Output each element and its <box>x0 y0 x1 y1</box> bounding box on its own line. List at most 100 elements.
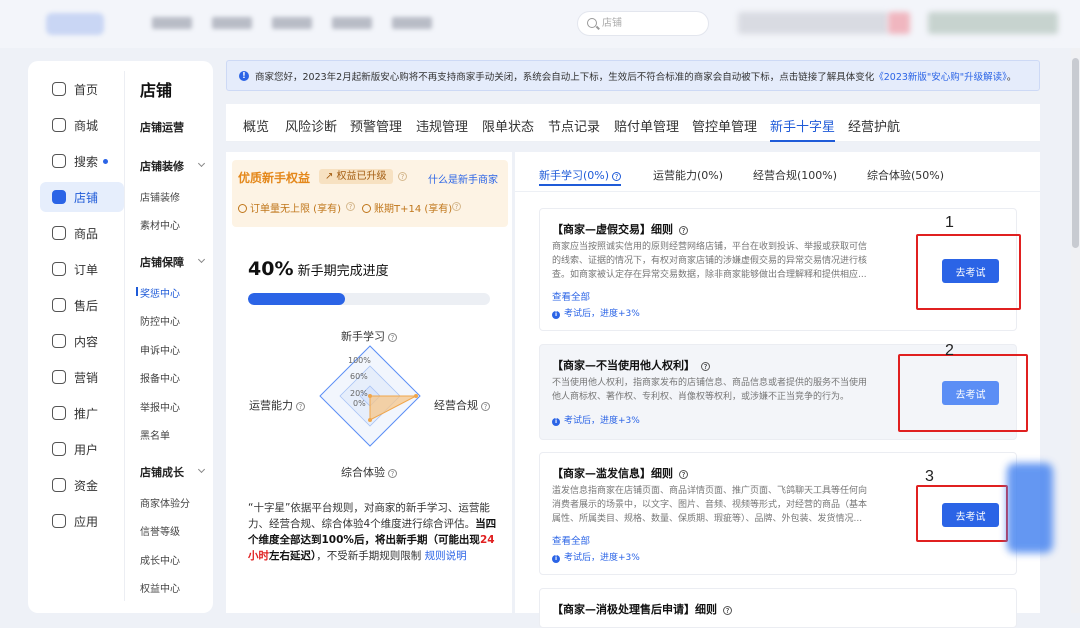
subtab-operation[interactable]: 运营能力(0%) <box>653 167 723 183</box>
annotation-number: 1 <box>945 214 954 231</box>
benefit-badge: ↗ 权益已升级 <box>319 169 393 184</box>
content-icon <box>52 334 66 348</box>
apps-icon <box>52 514 66 528</box>
exam-title: 【商家—不当使用他人权利】? <box>552 357 710 373</box>
search-input[interactable]: 店铺 <box>577 11 709 36</box>
sub-experience-score[interactable]: 商家体验分 <box>140 495 190 510</box>
help-icon[interactable]: ? <box>398 172 407 181</box>
tab-newbie-star[interactable]: 新手十字星 <box>770 116 836 142</box>
tab-violation[interactable]: 违规管理 <box>416 116 468 135</box>
subtab-learning[interactable]: 新手学习(0%)? <box>539 167 622 186</box>
star-description: “十字星”依据平台规则，对商家的新手学习、运营能力、经营合规、综合体验4个维度进… <box>248 502 497 562</box>
tab-order-limit[interactable]: 限单状态 <box>482 116 534 135</box>
side-nav: 首页 商城 搜索 店铺 商品 订单 售后 内容 营销 推广 用户 资金 应用 店… <box>28 61 213 613</box>
sub-benefit-center[interactable]: 权益中心 <box>140 580 180 595</box>
subtab-experience[interactable]: 综合体验(50%) <box>867 167 944 183</box>
nav-item-goods[interactable]: 商品 <box>40 218 124 248</box>
help-icon[interactable]: ? <box>388 469 397 478</box>
sub-tipoff-center[interactable]: 举报中心 <box>140 399 180 414</box>
radar-tick: 0% <box>353 399 366 408</box>
nav-item-marketing[interactable]: 营销 <box>40 362 124 392</box>
check-circle-icon <box>238 204 247 213</box>
exam-hint: i 考试后，进度+3% <box>552 413 640 426</box>
account-info[interactable] <box>738 12 888 34</box>
info-icon: i <box>552 311 560 319</box>
nav-item-search[interactable]: 搜索 <box>40 146 124 176</box>
top-nav-item[interactable] <box>212 17 252 29</box>
scrollbar-thumb[interactable] <box>1072 58 1079 248</box>
view-all-link[interactable]: 查看全部 <box>552 533 590 547</box>
help-icon[interactable]: ? <box>701 362 710 371</box>
tab-overview[interactable]: 概览 <box>243 116 269 135</box>
nav-item-user[interactable]: 用户 <box>40 434 124 464</box>
exam-title: 【商家—滥发信息】细则? <box>552 465 688 481</box>
nav-item-store[interactable]: 店铺 <box>40 182 124 212</box>
nav-item-home[interactable]: 首页 <box>40 74 124 104</box>
tab-compensation[interactable]: 赔付单管理 <box>614 116 679 135</box>
notice-link[interactable]: 《2023新版"安心购"升级解读》 <box>874 72 1007 83</box>
page-scrollbar[interactable] <box>1071 48 1080 613</box>
sub-growth-center[interactable]: 成长中心 <box>140 552 180 567</box>
tab-node-records[interactable]: 节点记录 <box>548 116 600 135</box>
store-icon <box>52 190 66 204</box>
promotion-icon <box>52 406 66 420</box>
sub-control-center[interactable]: 防控中心 <box>140 313 180 328</box>
sub-blacklist[interactable]: 黑名单 <box>140 427 170 442</box>
view-all-link[interactable]: 查看全部 <box>552 289 590 303</box>
benefit-panel: 优质新手权益 ↗ 权益已升级 ? 什么是新手商家 订单量无上限 (享有) ? 账… <box>232 160 508 227</box>
notice-text: 商家您好，2023年2月起新版安心购将不再支持商家手动关闭，系统会自动上下标，生… <box>255 71 1017 83</box>
order-icon <box>52 262 66 276</box>
radar-point <box>414 394 418 398</box>
user-profile[interactable] <box>928 12 1058 34</box>
group-store-decor[interactable]: 店铺装修 <box>140 158 208 174</box>
help-icon[interactable]: ? <box>679 470 688 479</box>
progress-heading: 40% 新手期完成进度 <box>248 258 389 280</box>
nav-item-promotion[interactable]: 推广 <box>40 398 124 428</box>
sub-credit-level[interactable]: 信誉等级 <box>140 523 180 538</box>
exam-hint: i 考试后，进度+3% <box>552 550 640 563</box>
subtab-compliance[interactable]: 经营合规(100%) <box>753 167 837 183</box>
group-store-growth[interactable]: 店铺成长 <box>140 464 208 480</box>
help-icon[interactable]: ? <box>612 172 622 181</box>
top-nav-item[interactable] <box>152 17 192 29</box>
top-nav-item[interactable] <box>392 17 432 29</box>
top-nav-item[interactable] <box>272 17 312 29</box>
help-icon[interactable]: ? <box>481 402 490 411</box>
help-icon[interactable]: ? <box>388 333 397 342</box>
mall-icon <box>52 118 66 132</box>
group-store-guard[interactable]: 店铺保障 <box>140 254 208 270</box>
help-icon[interactable]: ? <box>679 226 688 235</box>
nav-item-aftersale[interactable]: 售后 <box>40 290 124 320</box>
sub-store-decor[interactable]: 店铺装修 <box>140 189 180 204</box>
tab-control-orders[interactable]: 管控单管理 <box>692 116 757 135</box>
sub-report-center[interactable]: 报备中心 <box>140 370 180 385</box>
help-icon[interactable]: ? <box>296 402 305 411</box>
nav-item-mall[interactable]: 商城 <box>40 110 124 140</box>
sub-material-center[interactable]: 素材中心 <box>140 217 180 232</box>
new-dot <box>103 158 109 164</box>
group-store-ops[interactable]: 店铺运营 <box>140 119 208 135</box>
floating-assistant[interactable] <box>1007 463 1053 553</box>
radar-point <box>368 418 372 422</box>
sub-reward-center[interactable]: 奖惩中心 <box>136 285 180 300</box>
exam-text: 滥发信息指商家在店铺页面、商品详情页面、推广页面、飞鸽聊天工具等任何向消费者展示… <box>552 486 868 524</box>
top-nav-item[interactable] <box>332 17 372 29</box>
search-placeholder: 店铺 <box>602 18 622 29</box>
tab-risk-diagnosis[interactable]: 风险诊断 <box>285 116 337 135</box>
newbie-merchant-link[interactable]: 什么是新手商家 <box>428 171 498 186</box>
nav-item-apps[interactable]: 应用 <box>40 506 124 536</box>
sub-appeal-center[interactable]: 申诉中心 <box>140 342 180 357</box>
notification-badge[interactable] <box>888 12 910 34</box>
sub-tabs: 新手学习(0%)? 运营能力(0%) 经营合规(100%) 综合体验(50%) <box>515 152 1040 192</box>
help-icon[interactable]: ? <box>452 202 461 211</box>
tab-escort[interactable]: 经营护航 <box>848 116 900 135</box>
tab-warning[interactable]: 预警管理 <box>350 116 402 135</box>
help-icon[interactable]: ? <box>346 202 355 211</box>
nav-item-order[interactable]: 订单 <box>40 254 124 284</box>
logo[interactable] <box>46 13 104 35</box>
nav-item-content[interactable]: 内容 <box>40 326 124 356</box>
nav-divider <box>124 71 125 601</box>
nav-item-finance[interactable]: 资金 <box>40 470 124 500</box>
help-icon[interactable]: ? <box>723 606 732 615</box>
rules-link[interactable]: 规则说明 <box>425 550 467 562</box>
